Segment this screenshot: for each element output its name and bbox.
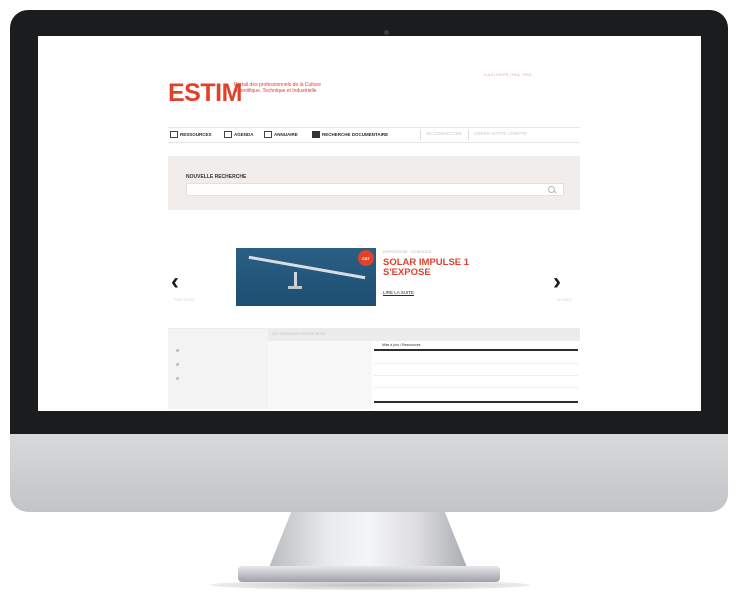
nav-label: RECHERCHE DOCUMENTAIRE xyxy=(322,132,389,137)
resources-icon xyxy=(170,131,178,138)
monitor-screen: ESTIM Portail des professionnels de la C… xyxy=(38,36,701,411)
list-bullet xyxy=(176,349,179,352)
nav-item-login[interactable]: SE CONNECTER xyxy=(426,131,462,136)
main-nav: RESSOURCES AGENDA ANNUAIRE RECHERCHE DOC… xyxy=(168,127,580,143)
plane-wing xyxy=(248,255,366,280)
nav-label: CRÉER VOTRE COMPTE xyxy=(474,131,528,136)
directory-icon xyxy=(264,131,272,138)
slide-image[interactable]: CST xyxy=(236,248,376,306)
list-bullet xyxy=(176,363,179,366)
document-search-icon xyxy=(312,131,320,138)
search-icon[interactable] xyxy=(548,186,555,193)
agenda-icon xyxy=(224,131,232,138)
nav-divider xyxy=(468,130,469,140)
nav-label: AGENDA xyxy=(234,132,254,137)
carousel-prev-caption: PRÉCÉDENT xyxy=(174,298,196,302)
top-links[interactable]: A A A | EN FR | FAQ · RSS xyxy=(484,72,531,77)
divider xyxy=(374,363,578,364)
search-input[interactable] xyxy=(186,183,564,196)
lower-bar xyxy=(374,349,578,351)
list-bullet xyxy=(176,377,179,380)
slide-read-more-link[interactable]: LIRE LA SUITE xyxy=(383,290,414,295)
nav-item-directory[interactable]: ANNUAIRE xyxy=(264,131,298,138)
site-logo[interactable]: ESTIM xyxy=(168,79,242,108)
plane-pod xyxy=(288,286,302,289)
nav-item-create-account[interactable]: CRÉER VOTRE COMPTE xyxy=(474,131,527,136)
lower-header-text: LES DERNIÈRES RESSOURCES xyxy=(272,332,326,336)
search-panel: NOUVELLE RECHERCHE xyxy=(168,156,580,210)
nav-label: ANNUAIRE xyxy=(274,132,298,137)
camera-icon xyxy=(384,30,389,35)
carousel-next-button[interactable]: › xyxy=(553,268,561,296)
lower-middle-column xyxy=(268,341,372,409)
nav-divider xyxy=(420,130,421,140)
lower-bottom-bar xyxy=(374,401,578,403)
carousel-next-caption: SUIVANT xyxy=(557,298,572,302)
lower-bar-label: Mise à jour / Ressources xyxy=(382,343,421,347)
nav-label: RESSOURCES xyxy=(180,132,212,137)
search-title: NOUVELLE RECHERCHE xyxy=(186,174,247,180)
site-tagline: Portail des professionnels de la Culture… xyxy=(234,82,321,94)
lower-header: LES DERNIÈRES RESSOURCES xyxy=(268,329,580,341)
nav-item-agenda[interactable]: AGENDA xyxy=(224,131,254,138)
monitor-stand-base xyxy=(238,566,500,582)
lower-sidebar xyxy=(168,329,268,409)
slide-title[interactable]: SOLAR IMPULSE 1 S'EXPOSE xyxy=(383,258,493,278)
divider xyxy=(374,375,578,376)
carousel-prev-button[interactable]: ‹ xyxy=(171,268,179,296)
slide-badge: CST xyxy=(358,250,374,266)
divider xyxy=(374,387,578,388)
nav-label: SE CONNECTER xyxy=(426,131,462,136)
monitor-chin xyxy=(10,430,728,512)
nav-item-document-search[interactable]: RECHERCHE DOCUMENTAIRE xyxy=(312,131,388,138)
slide-meta: EXPOSITION · SCIENCES xyxy=(383,249,432,254)
lower-section: LES DERNIÈRES RESSOURCES Mise à jour / R… xyxy=(168,328,580,409)
nav-item-resources[interactable]: RESSOURCES xyxy=(170,131,212,138)
